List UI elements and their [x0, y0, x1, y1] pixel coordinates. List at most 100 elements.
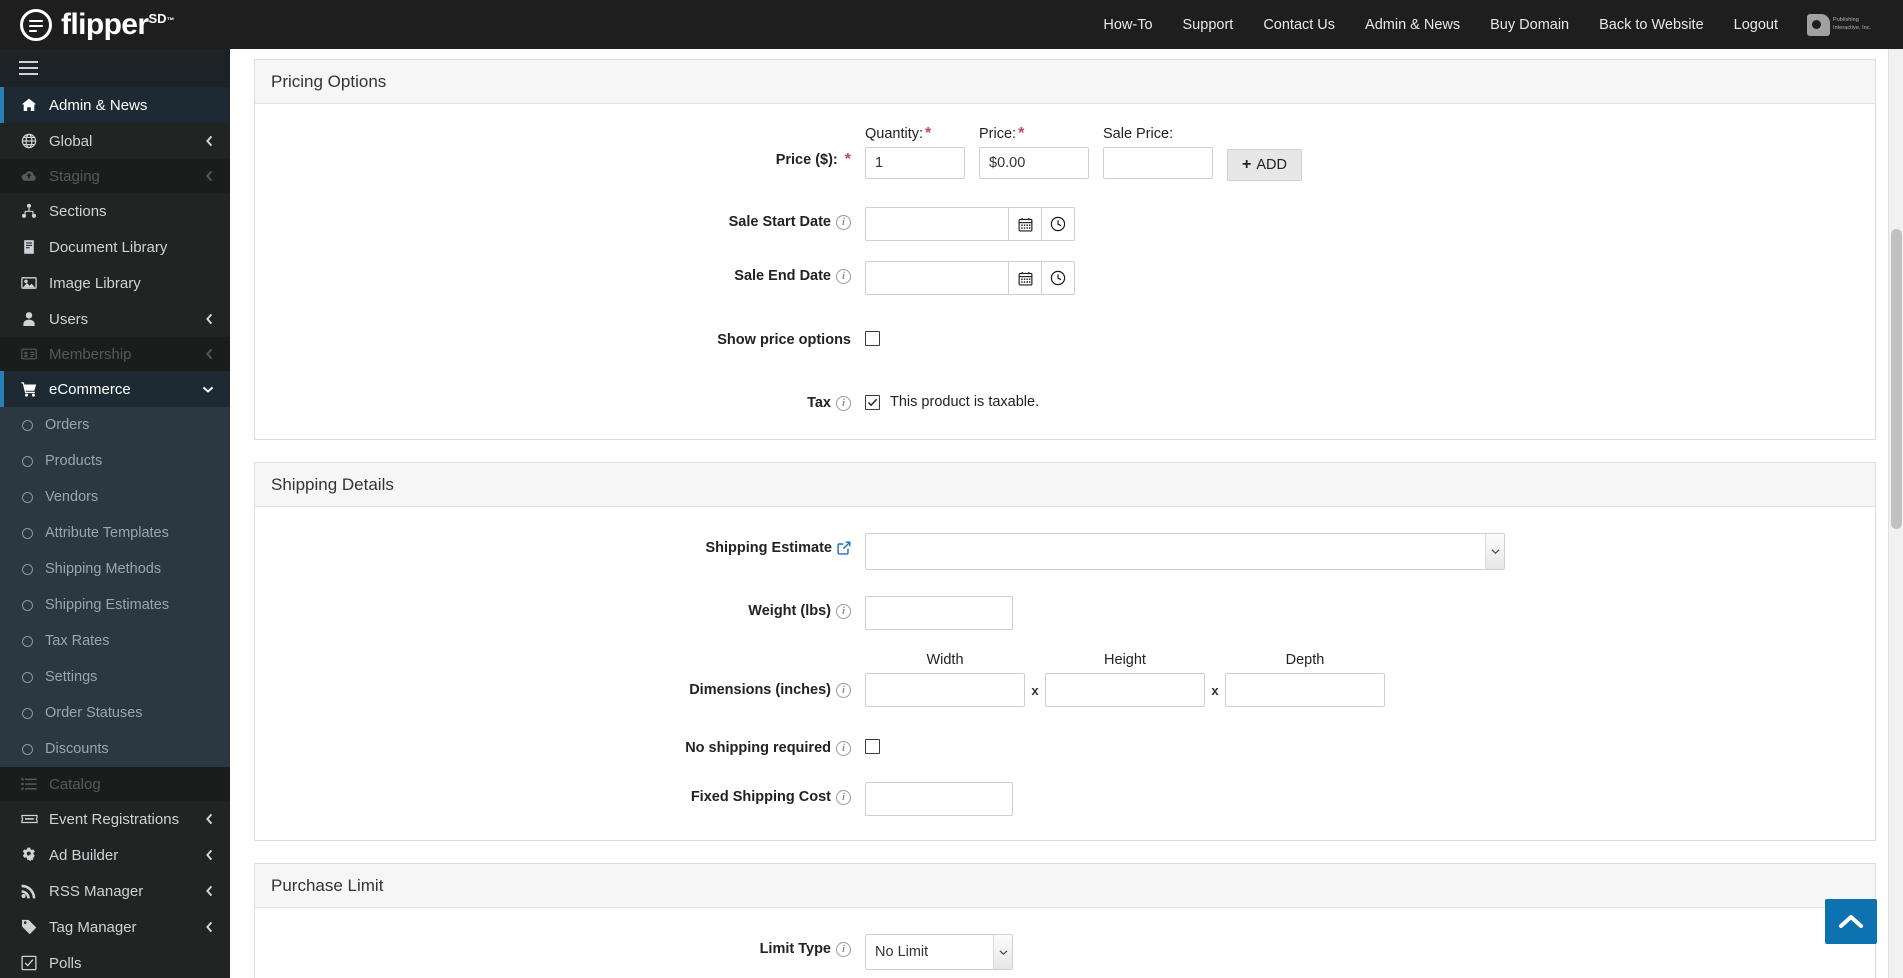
- topnav-item-logout[interactable]: Logout: [1719, 11, 1793, 39]
- topnav-item-buy-domain[interactable]: Buy Domain: [1475, 11, 1584, 39]
- sidebar-item-label: Staging: [49, 167, 100, 185]
- flipper-logo-icon: [20, 8, 52, 41]
- topnav-item-admin-news[interactable]: Admin & News: [1350, 11, 1475, 39]
- submenu-item-label: Settings: [45, 669, 98, 685]
- quantity-required-star: *: [925, 125, 932, 142]
- scroll-to-top-button[interactable]: [1825, 899, 1877, 944]
- price-input[interactable]: [979, 147, 1089, 179]
- submenu-item-vendors[interactable]: Vendors: [0, 479, 230, 515]
- topnav-item-back-to-website[interactable]: Back to Website: [1584, 11, 1719, 39]
- page-scrollbar-thumb[interactable]: [1891, 229, 1902, 529]
- dimensions-inputs: x x: [865, 673, 1385, 707]
- main-content: Pricing Options Price ($): * Quantity:*: [230, 49, 1903, 978]
- submenu-item-attribute-templates[interactable]: Attribute Templates: [0, 515, 230, 551]
- sale-end-date-row: Sale End Date i: [255, 261, 1875, 295]
- sidebar-item-label: Tag Manager: [49, 918, 137, 936]
- sidebar-item-staging[interactable]: Staging: [0, 159, 230, 193]
- calendar-icon[interactable]: [1009, 261, 1042, 295]
- sidebar-item-catalog[interactable]: Catalog: [0, 767, 230, 801]
- shipping-estimate-select[interactable]: [865, 533, 1505, 570]
- sidebar-item-sections[interactable]: Sections: [0, 193, 230, 229]
- weight-input[interactable]: [865, 596, 1013, 630]
- submenu-item-tax-rates[interactable]: Tax Rates: [0, 623, 230, 659]
- info-icon[interactable]: i: [836, 214, 851, 230]
- book-icon: [18, 239, 40, 255]
- submenu-item-discounts[interactable]: Discounts: [0, 731, 230, 767]
- sale-price-input[interactable]: [1103, 147, 1213, 179]
- submenu-item-label: Products: [45, 453, 103, 469]
- sale-price-label: Sale Price:: [1103, 126, 1174, 142]
- no-shipping-required-checkbox[interactable]: [865, 739, 880, 754]
- sidebar-item-label: Users: [49, 310, 89, 328]
- sidebar-item-ecommerce[interactable]: eCommerce: [0, 371, 230, 407]
- limit-type-field: No Limit: [865, 934, 1013, 970]
- shipping-details-title: Shipping Details: [255, 463, 1875, 507]
- limit-type-select[interactable]: No Limit: [865, 934, 1013, 970]
- width-label: Width: [926, 652, 964, 668]
- hamburger-icon: [19, 61, 38, 75]
- brand-logo[interactable]: flipperSD™: [0, 8, 230, 41]
- width-input[interactable]: [865, 673, 1025, 707]
- submenu-item-products[interactable]: Products: [0, 443, 230, 479]
- circle-icon: [22, 635, 33, 647]
- no-shipping-required-label: No shipping required: [685, 740, 831, 756]
- info-icon[interactable]: i: [836, 682, 851, 698]
- submenu-item-settings[interactable]: Settings: [0, 659, 230, 695]
- info-icon[interactable]: i: [836, 789, 851, 805]
- shipping-estimate-label: Shipping Estimate: [705, 540, 833, 556]
- price-label-wrap: Price ($): *: [255, 126, 865, 169]
- calendar-icon[interactable]: [1009, 207, 1042, 241]
- submenu-item-order-statuses[interactable]: Order Statuses: [0, 695, 230, 731]
- submenu-item-shipping-estimates[interactable]: Shipping Estimates: [0, 587, 230, 623]
- price-required-star: *: [844, 151, 851, 168]
- add-price-button[interactable]: + ADD: [1227, 149, 1302, 181]
- sidebar-item-global[interactable]: Global: [0, 123, 230, 159]
- sale-start-date-input[interactable]: [865, 207, 1009, 241]
- quantity-input[interactable]: [865, 147, 965, 179]
- external-link-icon[interactable]: [837, 541, 851, 555]
- info-icon[interactable]: i: [836, 740, 851, 756]
- sale-start-date-label: Sale Start Date: [728, 214, 831, 230]
- info-icon[interactable]: i: [836, 603, 851, 619]
- info-icon[interactable]: i: [836, 395, 851, 411]
- sidebar-item-image-library[interactable]: Image Library: [0, 265, 230, 301]
- sale-end-date-input[interactable]: [865, 261, 1009, 295]
- sidebar-item-document-library[interactable]: Document Library: [0, 229, 230, 265]
- info-icon[interactable]: i: [836, 941, 851, 957]
- depth-input[interactable]: [1225, 673, 1385, 707]
- height-input[interactable]: [1045, 673, 1205, 707]
- sidebar-item-event-registrations[interactable]: Event Registrations: [0, 801, 230, 837]
- brand-wordmark: flipperSD™: [61, 9, 175, 40]
- sidebar-item-polls[interactable]: Polls: [0, 945, 230, 978]
- weight-row: Weight (lbs) i: [255, 596, 1875, 630]
- sidebar-item-admin-news[interactable]: Admin & News: [0, 87, 230, 123]
- publisher-interactive-logo: Publishing Interactive, Inc.: [1807, 12, 1885, 38]
- sidebar-item-rss-manager[interactable]: RSS Manager: [0, 873, 230, 909]
- sale-start-date-label-wrap: Sale Start Date i: [255, 207, 865, 230]
- top-navigation: How-To Support Contact Us Admin & News B…: [1088, 11, 1903, 39]
- sidebar-item-ad-builder[interactable]: Ad Builder: [0, 837, 230, 873]
- limit-type-row: Limit Type i No Limit: [255, 934, 1875, 970]
- sidebar-item-membership[interactable]: Membership: [0, 337, 230, 371]
- info-icon[interactable]: i: [836, 268, 851, 284]
- sidebar-item-tag-manager[interactable]: Tag Manager: [0, 909, 230, 945]
- sidebar-item-users[interactable]: Users: [0, 301, 230, 337]
- clock-icon[interactable]: [1042, 261, 1075, 295]
- topnav-item-contact-us[interactable]: Contact Us: [1248, 11, 1350, 39]
- sidebar-item-label: Admin & News: [49, 96, 148, 114]
- tax-label: Tax: [807, 395, 831, 411]
- show-price-options-checkbox[interactable]: [865, 331, 880, 346]
- topnav-item-how-to[interactable]: How-To: [1088, 11, 1167, 39]
- clock-icon[interactable]: [1042, 207, 1075, 241]
- price-sub-required-star: *: [1018, 125, 1025, 142]
- fixed-shipping-cost-input[interactable]: [865, 782, 1013, 816]
- submenu-item-shipping-methods[interactable]: Shipping Methods: [0, 551, 230, 587]
- topnav-item-support[interactable]: Support: [1168, 11, 1249, 39]
- tax-taxable-checkbox[interactable]: [865, 394, 880, 410]
- submenu-item-orders[interactable]: Orders: [0, 407, 230, 443]
- sidebar-nav-primary: Admin & News Global Staging Sections Documen…: [0, 87, 230, 407]
- depth-label: Depth: [1285, 652, 1325, 668]
- page-scrollbar[interactable]: [1888, 49, 1903, 978]
- sidebar-toggle[interactable]: [0, 49, 230, 87]
- price-fields: Quantity:* Price:* Sale Price:: [865, 126, 1302, 181]
